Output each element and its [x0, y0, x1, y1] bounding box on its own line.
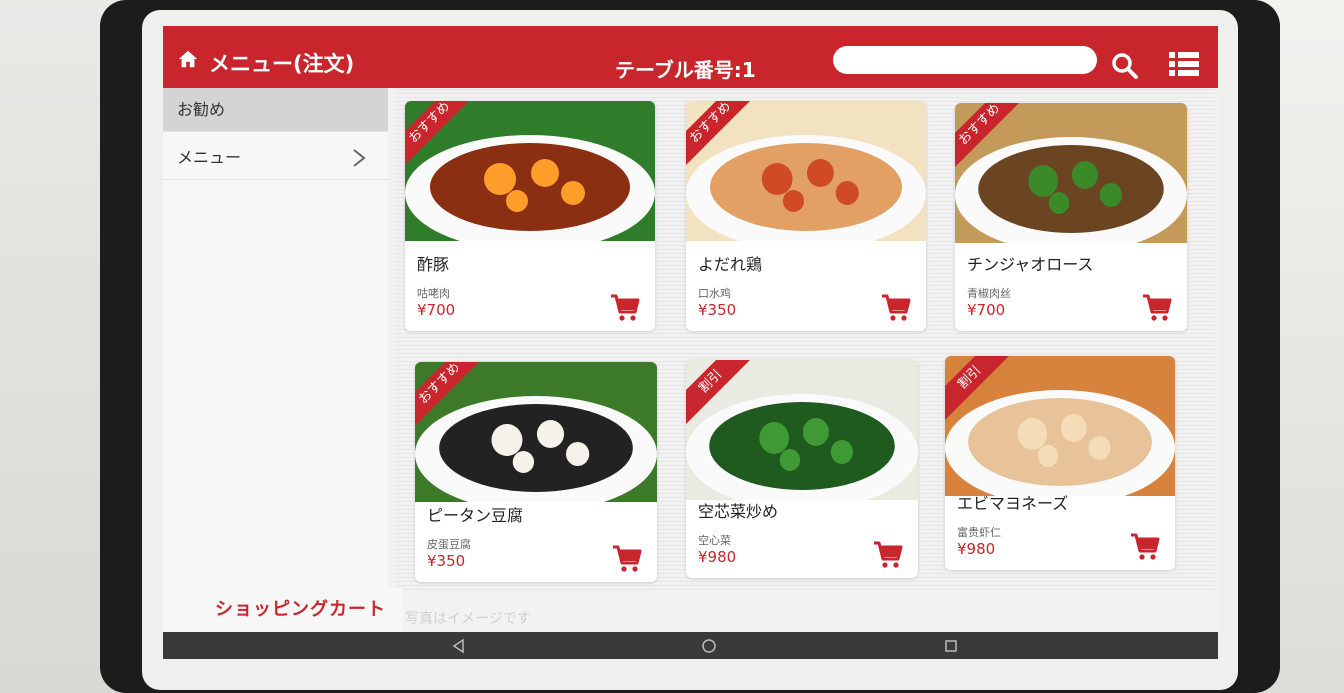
shopping-cart-button[interactable]: ショッピングカート: [163, 588, 403, 632]
table-number: テーブル番号:1: [615, 58, 756, 82]
dish-card[interactable]: 割引 エビマヨネーズ 富贵虾仁 ¥980: [945, 356, 1175, 570]
sidebar-item-menu[interactable]: メニュー: [163, 136, 388, 180]
dish-name: チンジャオロース: [967, 255, 1094, 274]
dish-card[interactable]: おすすめ ピータン豆腐 皮蛋豆腐 ¥350: [415, 362, 657, 582]
dish-card[interactable]: おすすめ 酢豚 咕咾肉 ¥700: [405, 101, 655, 331]
dish-chinese-name: 咕咾肉: [417, 287, 450, 300]
dish-price: ¥350: [698, 301, 737, 319]
dish-name: 酢豚: [417, 255, 450, 274]
search-icon[interactable]: [1111, 52, 1139, 80]
dish-price: ¥980: [957, 540, 996, 558]
back-triangle-icon[interactable]: [449, 636, 469, 656]
dish-card[interactable]: おすすめ チンジャオロース 青椒肉丝 ¥700: [955, 103, 1187, 331]
dish-chinese-name: 青椒肉丝: [967, 287, 1011, 300]
list-icon[interactable]: [1169, 50, 1199, 78]
dish-price: ¥350: [427, 552, 466, 570]
shopping-cart-icon[interactable]: [872, 538, 904, 570]
recent-square-icon[interactable]: [941, 636, 961, 656]
app-screen: メニュー(注文) テーブル番号:1 お勧め メニュー ショッピングカート 写真は…: [163, 26, 1218, 659]
app-header: メニュー(注文) テーブル番号:1: [163, 26, 1218, 88]
home-icon[interactable]: [177, 48, 199, 70]
dish-chinese-name: 皮蛋豆腐: [427, 538, 471, 551]
dish-chinese-name: 口水鸡: [698, 287, 731, 300]
dish-price: ¥700: [967, 301, 1006, 319]
dish-name: よだれ鶏: [698, 255, 763, 274]
home-circle-icon[interactable]: [699, 636, 719, 656]
sidebar-item-label: メニュー: [177, 148, 242, 167]
shopping-cart-icon[interactable]: [609, 291, 641, 323]
shopping-cart-icon[interactable]: [1141, 291, 1173, 323]
dish-name: ピータン豆腐: [427, 506, 524, 525]
category-sidebar: お勧め メニュー: [163, 88, 388, 600]
sidebar-item-recommended[interactable]: お勧め: [163, 88, 388, 132]
dish-chinese-name: 空心菜: [698, 534, 731, 547]
dish-card[interactable]: 割引 空芯菜炒め 空心菜 ¥980: [686, 360, 918, 578]
search-input[interactable]: [833, 46, 1097, 74]
sidebar-item-label: お勧め: [177, 100, 226, 119]
page-title: メニュー(注文): [209, 52, 355, 76]
dish-chinese-name: 富贵虾仁: [957, 526, 1001, 539]
dish-name: エビマヨネーズ: [957, 494, 1069, 513]
chevron-right-icon: [353, 149, 366, 167]
dish-card[interactable]: おすすめ よだれ鶏 口水鸡 ¥350: [686, 101, 926, 331]
shopping-cart-icon[interactable]: [1129, 530, 1161, 562]
shopping-cart-icon[interactable]: [611, 542, 643, 574]
system-nav-bar: [163, 632, 1218, 659]
shopping-cart-icon[interactable]: [880, 291, 912, 323]
image-disclaimer: 写真はイメージです: [405, 611, 531, 627]
dish-price: ¥980: [698, 548, 737, 566]
dish-price: ¥700: [417, 301, 456, 319]
dish-name: 空芯菜炒め: [698, 502, 779, 521]
